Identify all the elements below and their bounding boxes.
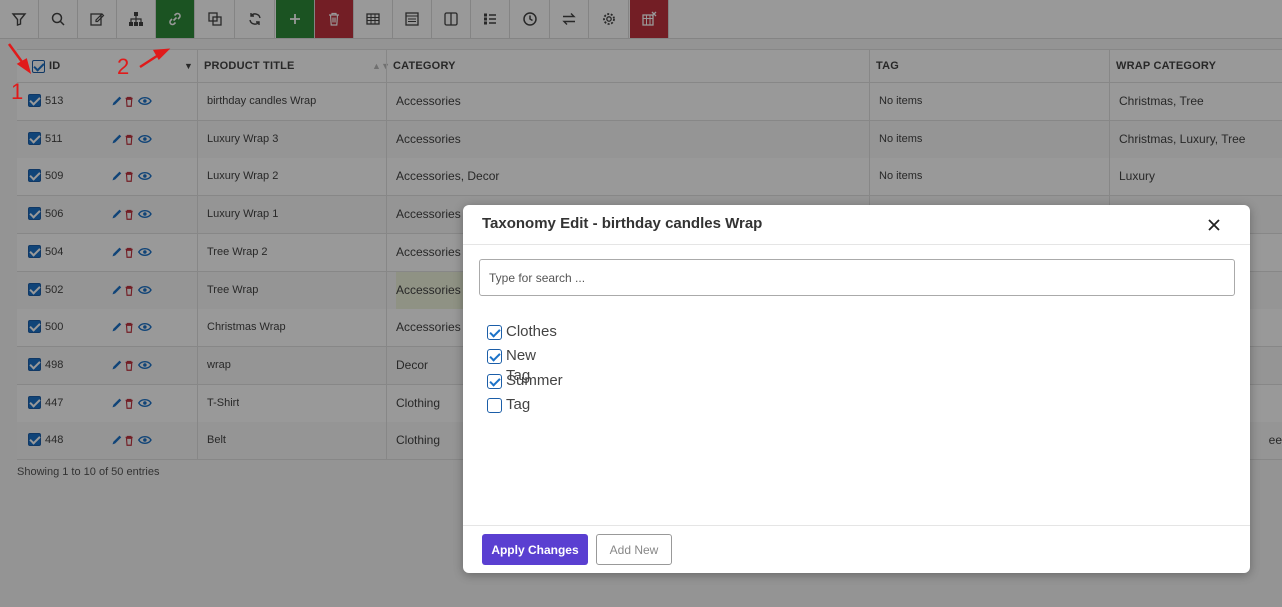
add-new-button[interactable]: Add New xyxy=(596,534,672,565)
option-checkbox[interactable] xyxy=(487,373,502,389)
annotation-1: 1 xyxy=(11,79,24,104)
modal-title: Taxonomy Edit - birthday candles Wrap xyxy=(482,215,763,232)
option-label: Summer xyxy=(506,371,563,389)
taxonomy-edit-modal: Taxonomy Edit - birthday candles Wrap Cl… xyxy=(463,205,1250,573)
option-checkbox[interactable] xyxy=(487,397,502,413)
search-input[interactable] xyxy=(479,259,1235,296)
annotation-2: 2 xyxy=(117,54,130,79)
option-label: Tag xyxy=(506,395,531,413)
option-checkbox[interactable] xyxy=(487,349,502,365)
close-icon[interactable] xyxy=(1205,216,1223,234)
apply-changes-button[interactable]: Apply Changes xyxy=(482,534,588,565)
option-checkbox[interactable] xyxy=(487,325,502,340)
option-label: Clothes xyxy=(506,323,557,340)
